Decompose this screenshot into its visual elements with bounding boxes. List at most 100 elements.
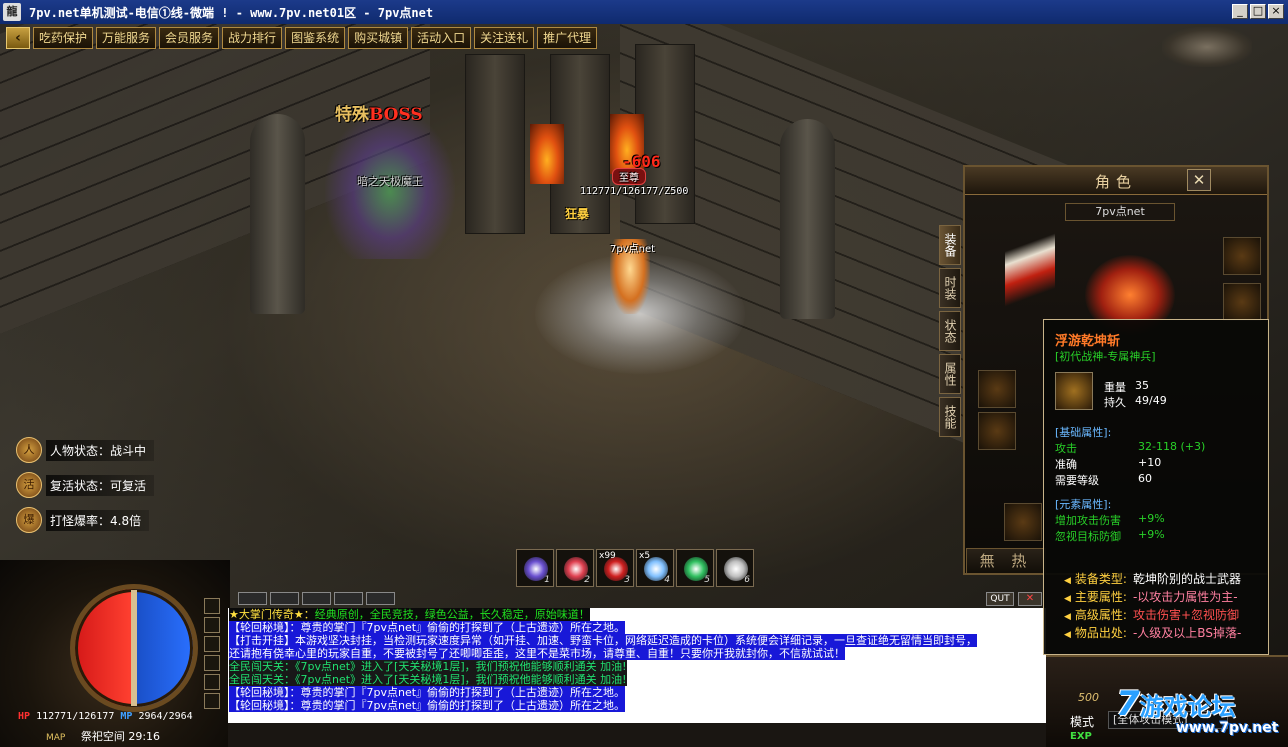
quick-slot[interactable]: 6: [716, 549, 754, 587]
exp-label: EXP: [1070, 731, 1092, 742]
person-icon: 人: [16, 437, 42, 463]
chat-message-text: 还请抱有侥幸心里的玩家自重，不要被封号了还唧唧歪歪，这里不是菜市场，请尊重、自重…: [229, 647, 845, 660]
watermark-number: 7: [1116, 684, 1140, 724]
close-button[interactable]: ×: [1268, 4, 1284, 19]
tab-skills[interactable]: 技能: [939, 397, 961, 437]
right-statue: [780, 119, 835, 319]
menu-universal-service[interactable]: 万能服务: [96, 27, 157, 49]
chat-message: 【轮回秘境】：尊贵的掌门『7pv点net』偷偷的打探到了（上古遗迹）所在之地。: [228, 699, 1046, 712]
menu-power-ranking[interactable]: 战力排行: [222, 27, 283, 49]
chat-message-text: 【打击开挂】本游戏坚决封挂，当检测玩家速度异常（如开挂、加速、野蛮卡位，网络延迟…: [229, 634, 977, 647]
chat-tab[interactable]: [302, 592, 331, 605]
slot-hotkey: 5: [704, 575, 710, 585]
quick-slot[interactable]: x5 4: [636, 549, 674, 587]
chat-close-button[interactable]: ✕: [1018, 592, 1042, 606]
quick-slot[interactable]: 5: [676, 549, 714, 587]
tab-fashion[interactable]: 时装: [939, 268, 961, 308]
minimap[interactable]: [1162, 27, 1252, 67]
maximize-button[interactable]: □: [1250, 4, 1266, 19]
equip-slot[interactable]: [978, 370, 1016, 408]
sword-icon: [1055, 372, 1093, 410]
character-tabs: 装备 时装 状态 属性 技能: [939, 225, 961, 437]
tab-equipment[interactable]: 装备: [939, 225, 961, 265]
menu-events[interactable]: 活动入口: [411, 27, 472, 49]
map-value: 祭祀空间 29:16: [80, 730, 161, 743]
equip-slot[interactable]: [1223, 283, 1261, 321]
elem2-value: +9%: [1138, 528, 1165, 541]
chat-message: 【轮回秘境】：尊贵的掌门『7pv点net』偷偷的打探到了（上古遗迹）所在之地。: [228, 621, 1046, 634]
quit-button[interactable]: QUT: [986, 592, 1014, 606]
accuracy-value: +10: [1138, 456, 1162, 469]
chat-side-button[interactable]: [204, 655, 220, 671]
chat-announcement-title: ★大掌门传奇★：: [229, 608, 315, 621]
slot-hotkey: 2: [584, 575, 590, 585]
tab-status[interactable]: 状态: [939, 311, 961, 351]
chat-message-text: 【轮回秘境】：尊贵的掌门『7pv点net』偷偷的打探到了（上古遗迹）所在之地。: [229, 621, 626, 634]
watermark-text: 游戏论坛: [1139, 693, 1236, 721]
weapon-model: [1005, 210, 1055, 330]
item-name: 浮游乾坤斩: [1055, 334, 1121, 349]
panel-close-button[interactable]: ✕: [1187, 169, 1211, 191]
base-attributes-header: [基础属性]:: [1055, 426, 1112, 439]
quick-slot[interactable]: 2: [556, 549, 594, 587]
app-icon: 龍: [3, 3, 21, 21]
accuracy-label: 准确: [1055, 458, 1077, 471]
chat-tab[interactable]: [238, 592, 267, 605]
chat-side-button[interactable]: [204, 674, 220, 690]
menu-codex[interactable]: 图鉴系统: [285, 27, 346, 49]
triangle-icon: ◀: [1064, 630, 1071, 640]
chat-side-button[interactable]: [204, 636, 220, 652]
tooltip-footer-value: -人级及以上BS掉落-: [1132, 626, 1242, 640]
level-label: 需要等级: [1055, 474, 1099, 487]
tooltip-footer-key: 装备类型:: [1074, 572, 1127, 586]
chat-log[interactable]: ★大掌门传奇★：经典原创，全民竞技，绿色公益，长久稳定，原始味道！ 【轮回秘境】：…: [228, 608, 1046, 723]
menu-follow-gift[interactable]: 关注送礼: [474, 27, 535, 49]
tooltip-footer-value: -以攻击力属性为主-: [1132, 590, 1238, 604]
chat-side-button[interactable]: [204, 617, 220, 633]
tooltip-footer-key: 高级属性:: [1074, 608, 1127, 622]
mp-label: MP: [120, 711, 133, 722]
elem1-value: +9%: [1138, 512, 1165, 525]
menu-promo-agent[interactable]: 推广代理: [537, 27, 598, 49]
window-controls: _ □ ×: [1232, 4, 1284, 19]
hp-value: 112771/126177: [36, 711, 115, 722]
rage-label: 狂暴: [565, 207, 590, 221]
menu-member-service[interactable]: 会员服务: [159, 27, 220, 49]
status-person[interactable]: 人 人物状态：战斗中: [16, 437, 155, 463]
quick-slot[interactable]: 1: [516, 549, 554, 587]
status-drop-rate[interactable]: 爆 打怪爆率：4.8倍: [16, 507, 150, 533]
menu-potion-protect[interactable]: 吃药保护: [33, 27, 94, 49]
tooltip-footer-value: 乾坤阶别的战士武器: [1132, 572, 1241, 586]
chat-input-bar[interactable]: [228, 723, 1046, 747]
back-arrow-icon[interactable]: ‹: [6, 27, 30, 49]
slot-hotkey: 1: [544, 575, 550, 585]
watermark-logo: 7游戏论坛: [1116, 684, 1236, 724]
lava-torch: [530, 124, 564, 184]
watermark-url: www.7pv.net: [1176, 720, 1279, 736]
equip-slot[interactable]: [1004, 503, 1042, 541]
chat-message: 全民闯天关：《7pv点net》进入了[天关秘境1层]，我们预祝他能够顺利通关 加…: [228, 660, 1046, 673]
item-subtitle: [初代战神-专属神兵]: [1055, 350, 1156, 363]
menu-buy-town[interactable]: 购买城镇: [348, 27, 409, 49]
equip-slot[interactable]: [978, 412, 1016, 450]
chat-side-button[interactable]: [204, 598, 220, 614]
triangle-icon: ◀: [1064, 576, 1071, 586]
boss-title-prefix: 特殊: [335, 105, 369, 125]
hp-mp-readout: HP 112771/126177 MP 2964/2964: [18, 711, 193, 722]
triangle-icon: ◀: [1064, 612, 1071, 622]
tooltip-footer-row: ◀ 高级属性: 攻击伤害+忽视防御: [1064, 606, 1239, 623]
character-panel-header: 角色: [965, 167, 1267, 195]
slot-count: x5: [639, 551, 651, 561]
chat-side-button[interactable]: [204, 693, 220, 709]
equip-slot[interactable]: [1223, 237, 1261, 275]
item-durability: 49/49: [1135, 394, 1167, 407]
tab-attributes[interactable]: 属性: [939, 354, 961, 394]
chat-tab[interactable]: [334, 592, 363, 605]
status-revive[interactable]: 活 复活状态：可复活: [16, 472, 155, 498]
boss-name: 暗之天极魔王: [357, 175, 423, 188]
chat-tab[interactable]: [270, 592, 299, 605]
minimize-button[interactable]: _: [1232, 4, 1248, 19]
chat-tab[interactable]: [366, 592, 395, 605]
quick-slot[interactable]: x99 3: [596, 549, 634, 587]
player-hp-text: 112771/126177/Z500: [580, 186, 689, 197]
